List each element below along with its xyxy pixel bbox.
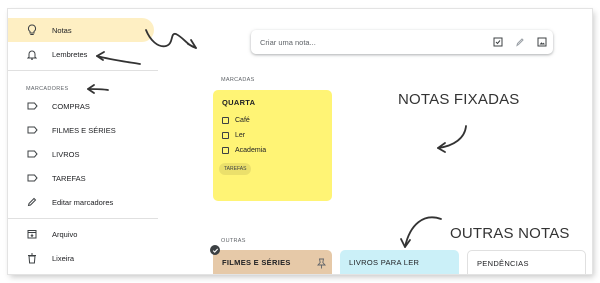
sidebar-item-label: FILMES E SÉRIES xyxy=(52,125,116,135)
sidebar-item-tarefas[interactable]: TAREFAS xyxy=(8,166,154,190)
checkbox-icon[interactable] xyxy=(487,37,509,47)
label-icon xyxy=(20,174,44,182)
trash-icon xyxy=(20,253,44,264)
sidebar: Notas Lembretes MARCADORES COMPRAS FILME… xyxy=(8,9,158,274)
checkbox-icon[interactable] xyxy=(222,117,229,124)
sidebar-item-lembretes[interactable]: Lembretes xyxy=(8,42,154,66)
note-filmes-e-series[interactable]: FILMES E SÉRIES xyxy=(213,250,332,274)
sidebar-item-livros[interactable]: LIVROS xyxy=(8,142,154,166)
annotation-pinned-notes: NOTAS FIXADAS xyxy=(398,91,520,108)
pinned-section-title: MARCADAS xyxy=(221,77,255,83)
brush-icon[interactable] xyxy=(509,37,531,47)
sidebar-item-filmes-e-series[interactable]: FILMES E SÉRIES xyxy=(8,118,154,142)
pinned-note-quarta[interactable]: QUARTA Café Ler Academia TAREFAS xyxy=(213,90,332,201)
sidebar-item-label: Editar marcadores xyxy=(52,197,114,207)
keep-window: Notas Lembretes MARCADORES COMPRAS FILME… xyxy=(8,9,592,274)
label-icon xyxy=(20,150,44,158)
checklist-item[interactable]: Academia xyxy=(222,147,266,154)
checkbox-icon[interactable] xyxy=(222,132,229,139)
note-title: QUARTA xyxy=(222,98,256,107)
sidebar-divider xyxy=(8,218,158,219)
checklist-item[interactable]: Ler xyxy=(222,132,245,139)
sidebar-item-label: Lixeira xyxy=(52,253,75,263)
lightbulb-icon xyxy=(20,24,44,36)
sidebar-item-lixeira[interactable]: Lixeira xyxy=(8,246,154,270)
label-icon xyxy=(20,102,44,110)
checkbox-icon[interactable] xyxy=(222,147,229,154)
checklist-item-text: Academia xyxy=(235,147,267,154)
take-note-input[interactable]: Criar uma nota... xyxy=(251,38,487,47)
note-pendencias[interactable]: PENDÊNCIAS xyxy=(467,250,586,274)
labels-section-title: MARCADORES xyxy=(26,86,69,92)
others-section-title: OUTRAS xyxy=(221,238,246,244)
take-note-bar[interactable]: Criar uma nota... xyxy=(251,30,553,54)
note-livros-para-ler[interactable]: LIVROS PARA LER xyxy=(340,250,459,274)
checklist-item-text: Ler xyxy=(235,132,246,139)
sidebar-item-compras[interactable]: COMPRAS xyxy=(8,94,154,118)
sidebar-item-label: LIVROS xyxy=(52,149,80,159)
select-check-icon[interactable] xyxy=(210,245,220,255)
note-title: FILMES E SÉRIES xyxy=(222,258,291,267)
annotation-other-notes: OUTRAS NOTAS xyxy=(450,225,570,242)
note-title: PENDÊNCIAS xyxy=(477,259,529,268)
sidebar-divider xyxy=(8,70,158,71)
label-icon xyxy=(20,126,44,134)
sidebar-item-label: TAREFAS xyxy=(52,173,86,183)
archive-icon xyxy=(20,229,44,239)
bell-icon xyxy=(20,49,44,60)
pin-icon[interactable] xyxy=(317,256,326,274)
sidebar-item-label: Lembretes xyxy=(52,49,88,59)
checklist-item-text: Café xyxy=(235,117,250,124)
note-title: LIVROS PARA LER xyxy=(349,258,420,267)
sidebar-item-notas[interactable]: Notas xyxy=(8,18,154,42)
pencil-icon xyxy=(20,197,44,207)
edit-labels-button[interactable]: Editar marcadores xyxy=(8,190,154,214)
label-chip[interactable]: TAREFAS xyxy=(219,163,252,175)
sidebar-item-label: Notas xyxy=(52,25,72,35)
sidebar-item-label: Arquivo xyxy=(52,229,78,239)
sidebar-item-label: COMPRAS xyxy=(52,101,90,111)
sidebar-item-arquivo[interactable]: Arquivo xyxy=(8,222,154,246)
image-icon[interactable] xyxy=(531,37,553,47)
checklist-item[interactable]: Café xyxy=(222,117,250,124)
